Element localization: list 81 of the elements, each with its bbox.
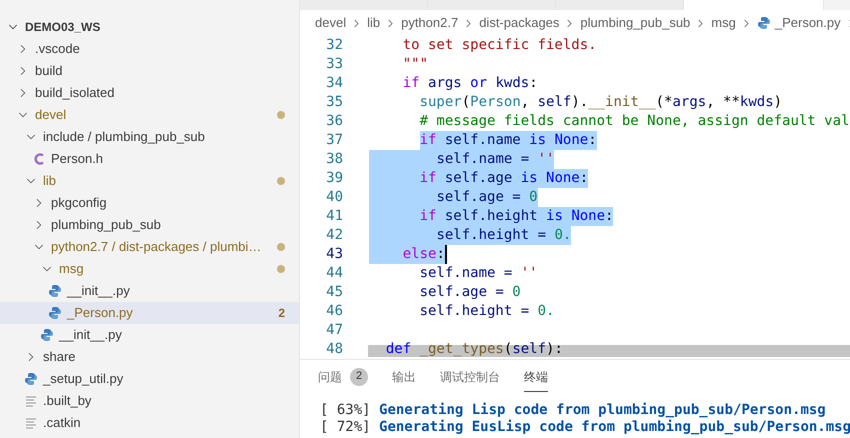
code-line: if self.age is None: — [369, 169, 588, 188]
panel-tab[interactable]: 输出 — [392, 362, 416, 392]
breadcrumb-item[interactable]: dist-packages — [479, 13, 560, 33]
folder-item[interactable]: plumbing_pub_sub — [0, 214, 299, 236]
line-number: 32 — [325, 36, 343, 55]
line-number: 46 — [325, 302, 343, 321]
line-number: 41 — [325, 207, 343, 226]
folder-item[interactable]: build — [0, 60, 299, 82]
code-line: """ — [402, 55, 428, 74]
breadcrumb-item[interactable]: msg — [711, 13, 736, 33]
line-number: 48 — [325, 340, 343, 359]
folder-item[interactable]: include / plumbing_pub_sub — [0, 126, 299, 148]
folder-item[interactable]: python2.7 / dist-packages / plumbi… — [0, 236, 299, 258]
line-number: 47 — [325, 321, 343, 340]
panel-tab[interactable]: 调试控制台 — [440, 362, 500, 392]
code-line: to set specific fields. — [402, 36, 597, 55]
code-line: if self.name is None: — [418, 131, 597, 150]
terminal-message: Generating EusLisp code from plumbing_pub_sub/Person.msg — [379, 419, 850, 436]
breadcrumb-item[interactable]: devel — [315, 13, 346, 33]
editor-tab[interactable] — [428, 0, 556, 10]
line-number: 40 — [325, 188, 343, 207]
code-line: self.name = '' — [369, 150, 554, 169]
file-item[interactable]: _setup_util.py — [0, 368, 299, 390]
folder-item[interactable]: share — [0, 346, 299, 368]
code-line: self.name = '' — [418, 264, 538, 283]
code-line: super(Person, self).__init__(*args, **kwds) — [418, 93, 782, 112]
code-line: if args or kwds: — [402, 74, 538, 93]
file-item[interactable]: __init__.py — [0, 324, 299, 346]
breadcrumb-item[interactable]: python2.7 — [401, 13, 458, 33]
line-number: 35 — [325, 93, 343, 112]
python-icon — [756, 16, 771, 30]
folder-item[interactable]: pkgconfig — [0, 192, 299, 214]
line-number: 38 — [325, 150, 343, 169]
code-line: self.age = 0 — [369, 188, 538, 207]
line-number: 43 — [325, 245, 343, 264]
problem-count: 2 — [278, 305, 285, 322]
code-line: if self.height is None: — [369, 207, 614, 226]
breadcrumb-item[interactable]: lib — [367, 13, 380, 33]
python-icon — [24, 372, 38, 386]
folder-item[interactable]: build_isolated — [0, 82, 299, 104]
folder-item[interactable]: msg — [0, 258, 299, 280]
editor-tab[interactable] — [556, 0, 684, 10]
count-badge: 2 — [350, 368, 368, 386]
line-number: 45 — [325, 283, 343, 302]
c-file-icon — [33, 152, 45, 166]
line-number: 39 — [325, 169, 343, 188]
line-number: 34 — [325, 74, 343, 93]
code-line: self.height = 0. — [418, 302, 554, 321]
line-number: 44 — [325, 264, 343, 283]
progress-text: [ 63%] — [320, 402, 371, 419]
python-icon — [48, 284, 62, 298]
code-line: # message fields cannot be None, assign default val — [418, 112, 850, 131]
code-line: else: — [369, 245, 447, 264]
folder-item[interactable]: .vscode — [0, 38, 299, 60]
line-number: 36 — [325, 112, 343, 131]
panel-tab[interactable]: 问题 2 — [318, 362, 368, 392]
code-line: self.height = 0. — [369, 226, 572, 245]
python-icon — [48, 306, 62, 320]
workspace-header[interactable]: DEMO03_WS — [0, 16, 299, 38]
file-item[interactable]: _Person.py 2 — [0, 302, 299, 324]
text-file-icon — [25, 417, 37, 429]
folder-item[interactable]: devel — [0, 104, 299, 126]
folder-item[interactable]: lib — [0, 170, 299, 192]
code-line: self.age = 0 — [418, 283, 521, 302]
code-line: def _get_types(self): — [384, 340, 563, 359]
file-item[interactable]: Person.h — [0, 148, 299, 170]
breadcrumb-item[interactable]: plumbing_pub_sub — [580, 13, 690, 33]
text-file-icon — [25, 395, 37, 407]
line-number: 37 — [325, 131, 343, 150]
line-number: 33 — [325, 55, 343, 74]
editor-tab[interactable] — [300, 0, 428, 10]
breadcrumb-item[interactable]: _Person.py — [774, 13, 841, 33]
file-item[interactable]: __init__.py — [0, 280, 299, 302]
editor-tab[interactable] — [684, 0, 824, 10]
panel-tab[interactable]: 终端 — [524, 362, 548, 392]
python-icon — [40, 328, 54, 342]
line-number: 42 — [325, 226, 343, 245]
terminal-message: Generating Lisp code from plumbing_pub_sub/Person.msg — [379, 402, 826, 419]
file-item[interactable]: .built_by — [0, 390, 299, 412]
file-item[interactable]: .catkin — [0, 412, 299, 434]
progress-text: [ 72%] — [320, 419, 371, 436]
